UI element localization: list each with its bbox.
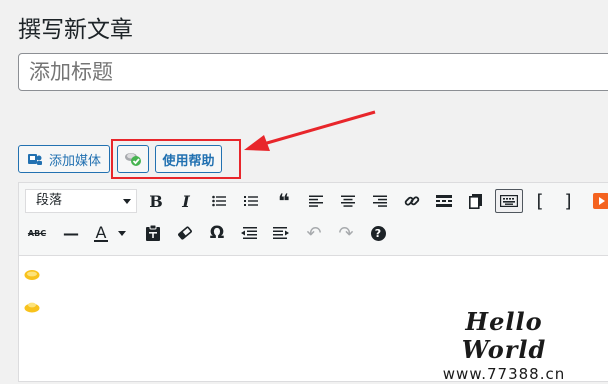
indent-button[interactable] — [267, 221, 295, 245]
eraser-icon — [178, 226, 192, 240]
paste-as-text-button[interactable] — [139, 221, 167, 245]
align-left-button[interactable] — [302, 189, 330, 213]
caret-down-icon — [118, 230, 126, 236]
bracket-right-button[interactable]: ] — [554, 189, 582, 213]
inline-emoji-icon — [24, 270, 40, 280]
align-left-icon — [309, 195, 323, 207]
numbered-list-icon — [244, 196, 258, 206]
bold-button[interactable]: B — [142, 189, 170, 213]
orange-play-icon — [593, 193, 608, 209]
watermark-url: www.77388.cn — [442, 365, 566, 383]
toolbar-toggle-button[interactable] — [462, 189, 490, 213]
question-circle-icon: ? — [370, 225, 386, 241]
annotation-arrow — [244, 110, 376, 151]
redo-button[interactable]: ↷ — [332, 221, 360, 245]
align-center-icon — [341, 195, 355, 207]
keyboard-icon — [500, 195, 518, 207]
media-icon — [28, 154, 42, 165]
align-center-button[interactable] — [334, 189, 362, 213]
text-color-letter: A — [95, 222, 107, 242]
horizontal-line-button[interactable]: — — [57, 221, 85, 245]
format-select-value: 段落 — [36, 193, 63, 208]
outdent-button[interactable] — [235, 221, 263, 245]
undo-button[interactable]: ↶ — [300, 221, 328, 245]
link-icon — [404, 196, 420, 206]
text-color-underline — [94, 239, 108, 242]
bullet-list-button[interactable] — [205, 189, 233, 213]
read-more-icon — [436, 195, 452, 207]
keyboard-button[interactable] — [495, 189, 523, 213]
post-title-input[interactable] — [18, 53, 608, 91]
add-media-button[interactable]: 添加媒体 — [18, 145, 110, 173]
annotation-highlight-box — [111, 139, 241, 179]
strikethrough-button[interactable]: ABC — [23, 221, 51, 245]
text-color-button[interactable]: A — [89, 221, 113, 245]
indent-icon — [273, 227, 289, 239]
bracket-left-button[interactable]: [ — [526, 189, 554, 213]
inline-emoji-icon — [24, 302, 40, 313]
outdent-icon — [241, 227, 257, 239]
clear-formatting-button[interactable] — [171, 221, 199, 245]
add-media-label: 添加媒体 — [49, 153, 102, 169]
text-color-dropdown[interactable] — [115, 221, 129, 245]
link-button[interactable] — [398, 189, 426, 213]
format-select[interactable]: 段落 — [25, 189, 137, 213]
blockquote-button[interactable]: ❝ — [270, 189, 298, 213]
align-right-button[interactable] — [366, 189, 394, 213]
editor-toolbar: 段落 B I ❝ [] ABC — A Ω ↶ ↷ ? — [19, 183, 608, 256]
align-right-icon — [373, 195, 387, 207]
toolbar-toggle-icon — [469, 193, 482, 209]
special-character-button[interactable]: Ω — [203, 221, 231, 245]
watermark: Hello World www.77388.cn — [424, 308, 584, 384]
bullet-list-icon — [212, 195, 226, 207]
read-more-button[interactable] — [430, 189, 458, 213]
html-tab-button[interactable] — [587, 189, 608, 213]
italic-button[interactable]: I — [172, 189, 200, 213]
page-title: 撰写新文章 — [18, 17, 133, 43]
chevron-down-icon — [123, 199, 131, 204]
watermark-title: Hello World — [461, 307, 547, 364]
help-shortcuts-button[interactable]: ? — [364, 221, 392, 245]
numbered-list-button[interactable] — [237, 189, 265, 213]
clipboard-icon — [146, 225, 160, 241]
